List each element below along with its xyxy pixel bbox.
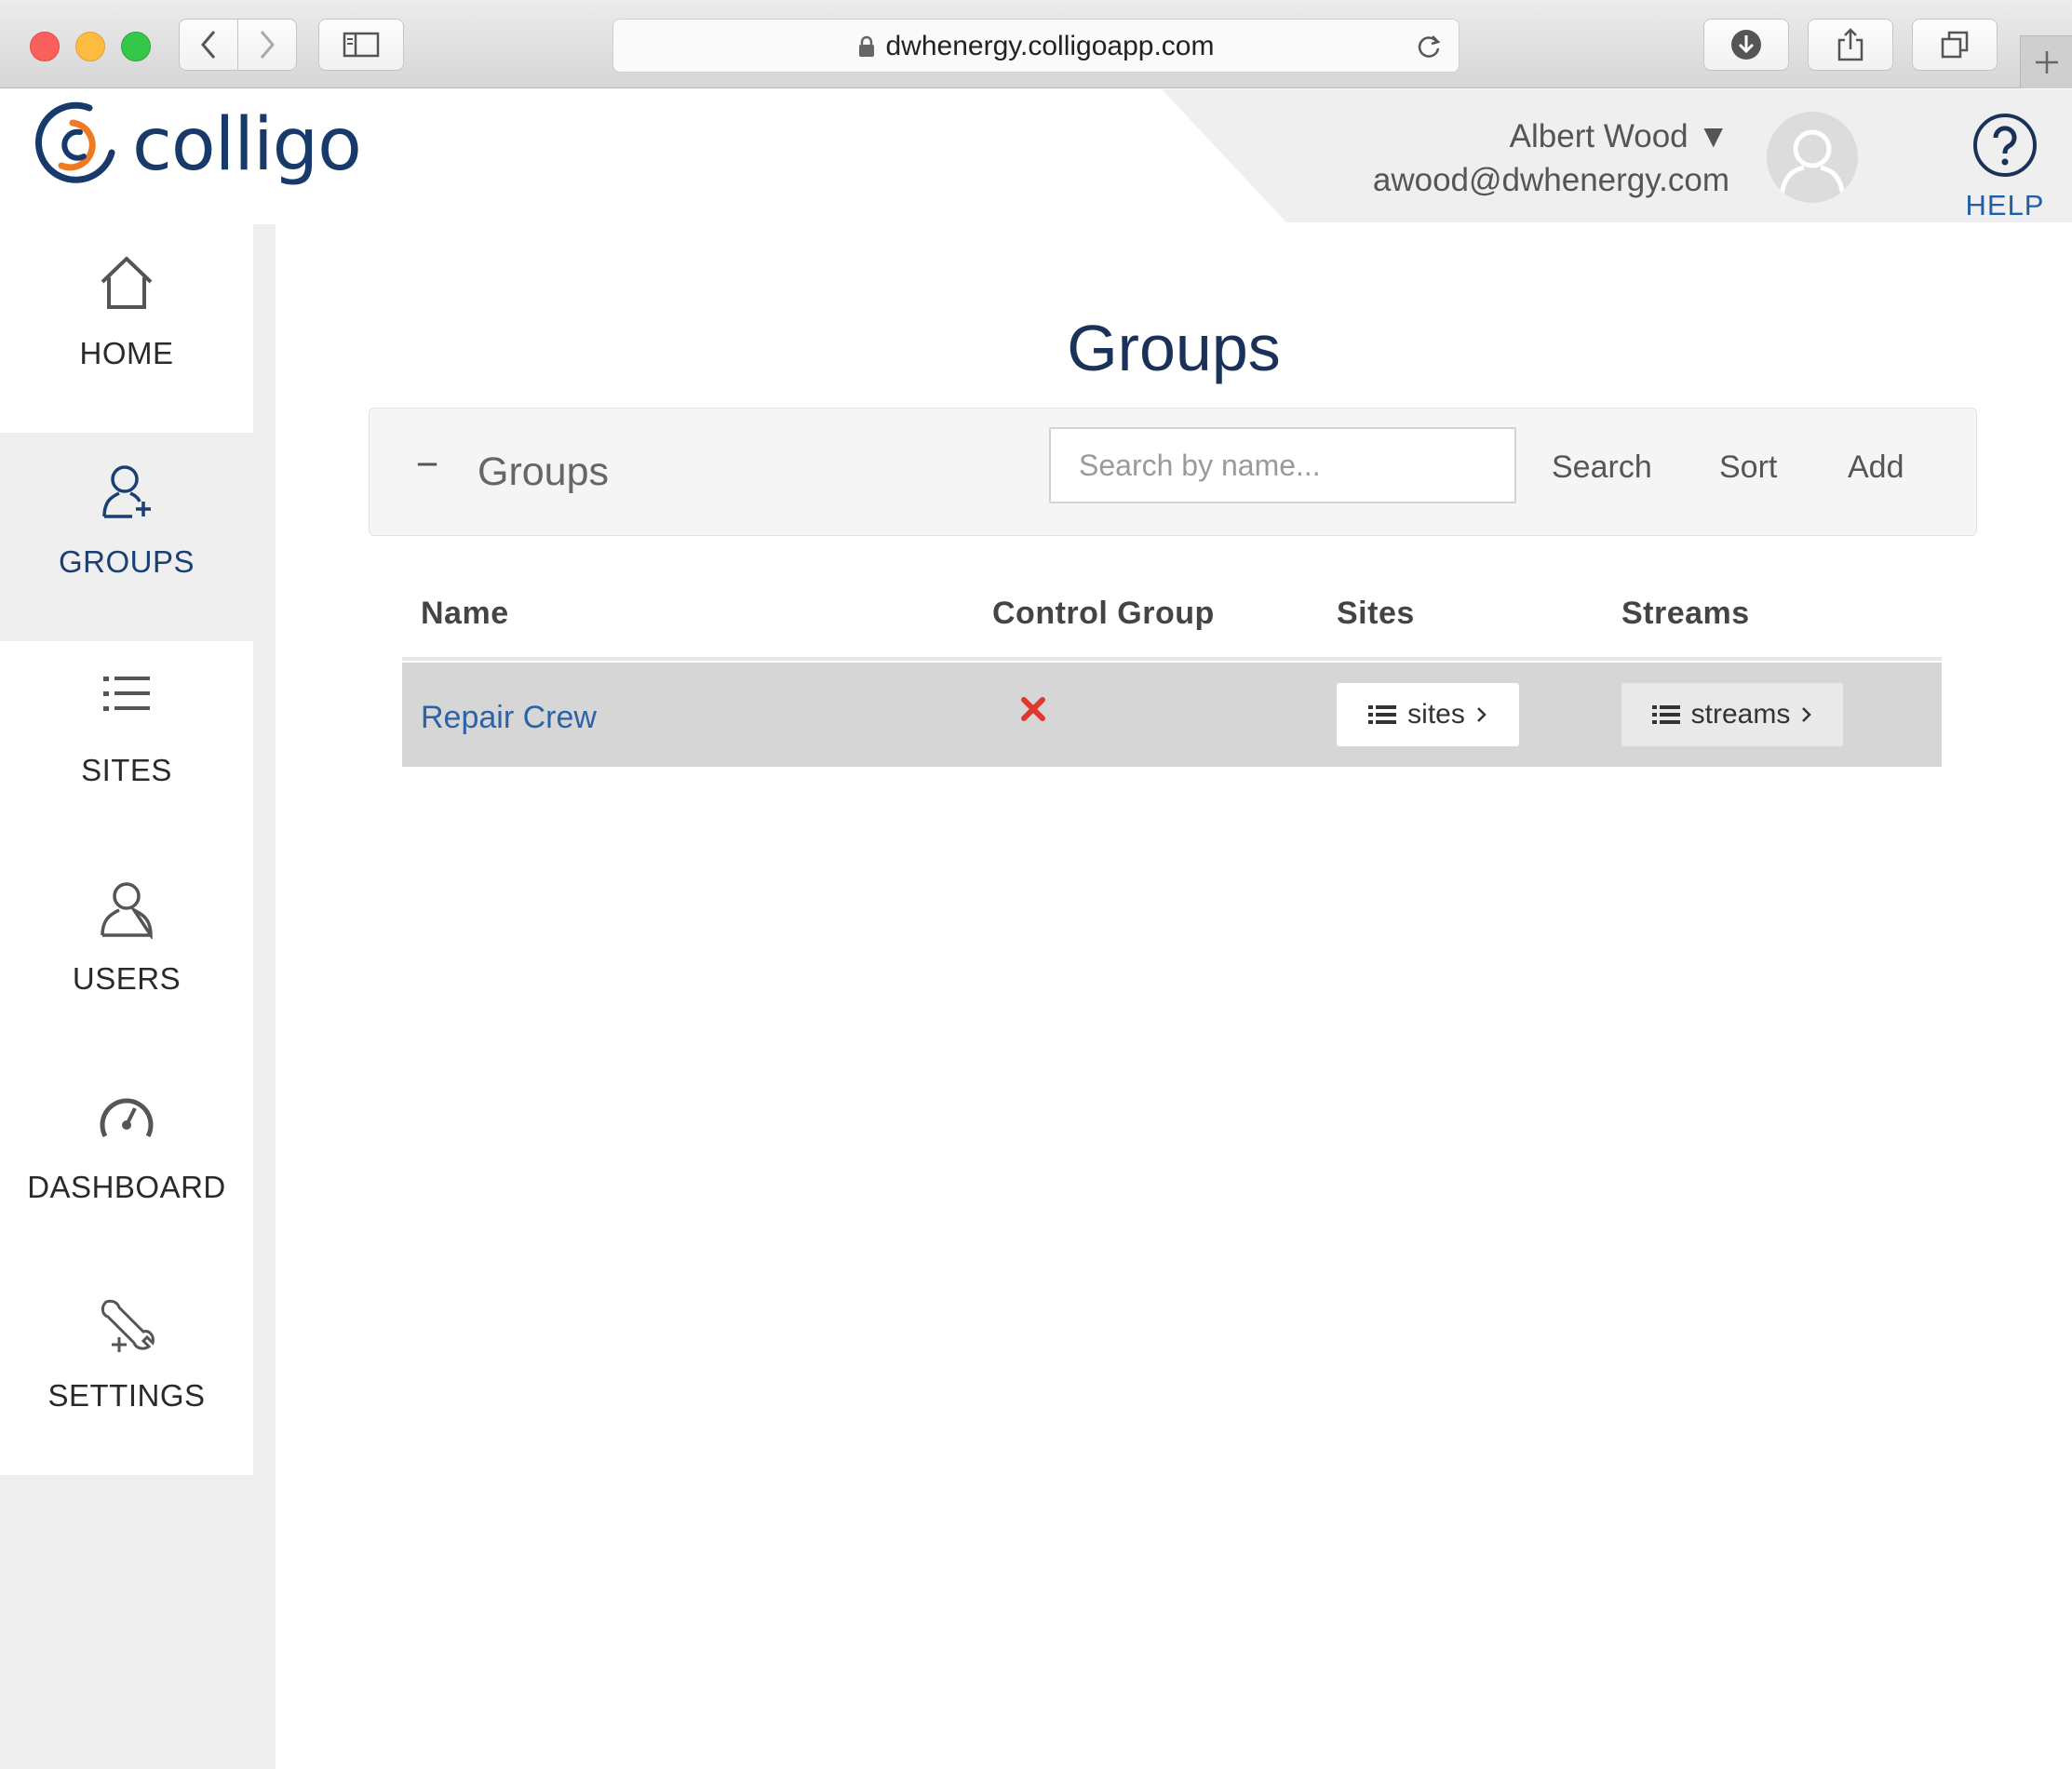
column-header-sites[interactable]: Sites xyxy=(1337,596,1415,632)
sidebar: HOME GROUPS SITES USERS DASHBOARD SETTIN… xyxy=(0,224,253,1475)
sidebar-item-home[interactable]: HOME xyxy=(0,224,253,433)
share-icon xyxy=(1837,28,1863,61)
sites-button[interactable]: sites xyxy=(1337,683,1519,746)
gauge-icon xyxy=(100,1098,154,1138)
chevron-right-icon xyxy=(260,31,275,59)
new-tab-button[interactable] xyxy=(2020,35,2072,88)
sidebar-item-groups[interactable]: GROUPS xyxy=(0,433,253,641)
groups-panel-header: − Groups Search Sort Add xyxy=(369,408,1977,536)
help-icon xyxy=(1973,114,2037,177)
search-button[interactable]: Search xyxy=(1552,449,1652,486)
sidebar-item-sites[interactable]: SITES xyxy=(0,641,253,850)
tabs-icon xyxy=(1941,31,1969,59)
logo-text: colligo xyxy=(132,103,362,187)
help-label: HELP xyxy=(1965,189,2045,221)
download-icon xyxy=(1731,30,1761,60)
minimize-window-button[interactable] xyxy=(75,32,105,61)
sidebar-item-label: DASHBOARD xyxy=(27,1170,226,1204)
zoom-window-button[interactable] xyxy=(121,32,151,61)
plus-icon xyxy=(2035,51,2058,74)
help-button[interactable]: HELP xyxy=(1958,112,2052,222)
colligo-logo-icon xyxy=(34,101,115,183)
colligo-logo[interactable]: colligo xyxy=(34,101,362,190)
sidebar-item-dashboard[interactable]: DASHBOARD xyxy=(0,1058,253,1266)
sidebar-item-label: HOME xyxy=(79,336,174,370)
column-header-control-group[interactable]: Control Group xyxy=(992,596,1215,632)
close-icon xyxy=(1021,697,1045,721)
avatar[interactable] xyxy=(1767,112,1858,203)
sidebar-item-label: SETTINGS xyxy=(47,1378,206,1413)
user-panel xyxy=(1162,89,2072,222)
sites-button-label: sites xyxy=(1407,699,1465,730)
sidebar-item-label: GROUPS xyxy=(58,544,195,579)
lock-icon xyxy=(858,35,874,57)
share-button[interactable] xyxy=(1808,19,1893,71)
sidebar-icon xyxy=(343,32,380,58)
list-icon xyxy=(103,677,150,711)
sidebar-item-users[interactable]: USERS xyxy=(0,850,253,1058)
url-text: dwhenergy.colligoapp.com xyxy=(885,31,1215,61)
page-title: Groups xyxy=(1067,312,1281,384)
user-email: awood@dwhenergy.com xyxy=(1372,162,1729,198)
sidebar-item-label: SITES xyxy=(81,753,172,787)
list-icon xyxy=(1651,705,1680,724)
chevron-right-icon xyxy=(1476,707,1487,722)
table-row: Repair Crew sites streams xyxy=(402,663,1942,767)
group-name-link[interactable]: Repair Crew xyxy=(421,700,597,736)
home-icon xyxy=(101,256,153,309)
streams-button-label: streams xyxy=(1690,699,1791,730)
chevron-left-icon xyxy=(201,31,216,59)
table-header: Name Control Group Sites Streams xyxy=(402,583,1942,661)
tools-icon xyxy=(101,1299,155,1352)
browser-toolbar: dwhenergy.colligoapp.com xyxy=(0,0,2072,88)
column-header-name[interactable]: Name xyxy=(421,596,509,632)
column-header-streams[interactable]: Streams xyxy=(1621,596,1750,632)
close-window-button[interactable] xyxy=(30,32,60,61)
sidebar-item-label: USERS xyxy=(72,961,182,996)
forward-button[interactable] xyxy=(237,19,297,71)
sidebar-item-settings[interactable]: SETTINGS xyxy=(0,1266,253,1475)
avatar-placeholder-icon xyxy=(1779,129,1846,198)
user-add-icon xyxy=(102,465,151,518)
reload-icon[interactable] xyxy=(1414,32,1444,61)
back-button[interactable] xyxy=(179,19,238,71)
add-button[interactable]: Add xyxy=(1848,449,1904,486)
address-bar[interactable]: dwhenergy.colligoapp.com xyxy=(612,19,1460,73)
user-icon xyxy=(101,882,153,939)
chevron-right-icon xyxy=(1802,707,1812,722)
tabs-overview-button[interactable] xyxy=(1912,19,1998,71)
groups-table: Name Control Group Sites Streams Repair … xyxy=(402,583,1942,767)
sidebar-toggle-button[interactable] xyxy=(318,19,404,71)
downloads-button[interactable] xyxy=(1703,19,1789,71)
search-input[interactable] xyxy=(1049,427,1516,503)
sort-button[interactable]: Sort xyxy=(1719,449,1777,486)
list-icon xyxy=(1368,705,1397,724)
user-name-dropdown[interactable]: Albert Wood ▼ xyxy=(1510,118,1729,155)
control-group-false-icon xyxy=(1020,696,1046,727)
streams-button[interactable]: streams xyxy=(1621,683,1843,746)
collapse-button[interactable]: − xyxy=(409,445,446,484)
panel-title: Groups xyxy=(478,449,610,494)
